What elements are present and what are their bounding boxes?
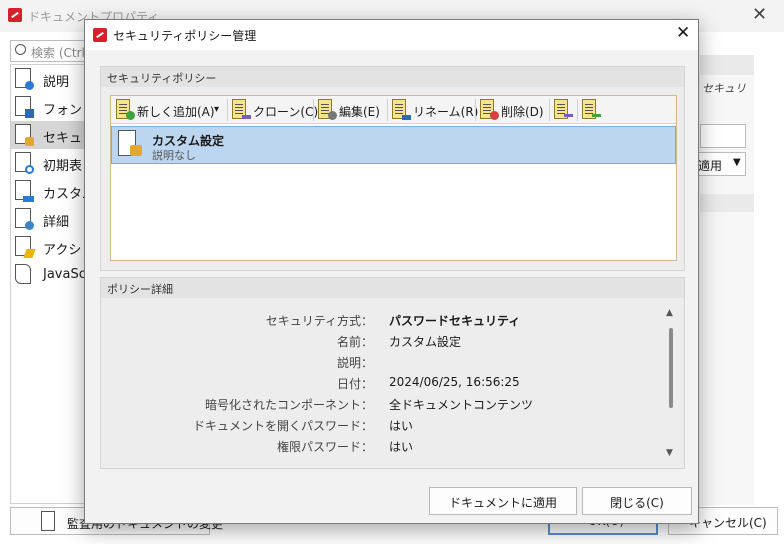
detail-row-encrypted-components: 暗号化されたコンポーネント： 全ドキュメントコンテンツ — [102, 394, 662, 414]
document-lightning-icon — [15, 236, 36, 258]
detail-label: セキュリティ方式： — [265, 314, 373, 328]
lock-icon — [130, 145, 142, 156]
edit-policy-label: 編集(E) — [339, 105, 380, 119]
import-policy-button[interactable] — [579, 98, 603, 122]
document-custom-icon — [15, 180, 34, 202]
detail-label: 名前： — [336, 335, 373, 349]
app-logo-icon — [8, 8, 22, 22]
new-policy-button[interactable]: 新しく追加(A) ▾ — [113, 98, 225, 122]
nav-item-label: 説明 — [43, 75, 70, 90]
document-lock-icon — [15, 124, 34, 146]
policy-details-group: ポリシー詳細 セキュリティ方式： パスワードセキュリティ 名前： カスタム設定 … — [100, 277, 685, 469]
detail-row-date: 日付： 2024/06/25, 16:56:25 — [102, 373, 662, 393]
detail-label: 権限パスワード： — [276, 440, 373, 454]
search-icon — [15, 44, 26, 55]
policy-add-icon — [116, 99, 135, 120]
detail-value: 全ドキュメントコンテンツ — [389, 398, 534, 412]
rename-policy-label: リネーム(R) — [413, 105, 479, 119]
group-header: ポリシー詳細 — [101, 278, 684, 298]
background-combo-value: 適用 — [698, 159, 723, 173]
detail-label: 日付： — [336, 377, 373, 391]
policy-import-icon — [582, 99, 601, 119]
detail-row-name: 名前： カスタム設定 — [102, 331, 662, 351]
policy-edit-icon — [318, 99, 337, 120]
detail-row-security-method: セキュリティ方式： パスワードセキュリティ — [102, 310, 662, 330]
toolbar-separator — [475, 99, 476, 121]
policy-toolbar: 新しく追加(A) ▾ クローン(C) 編集(E) リネーム(R) 削除(D) — [111, 96, 676, 124]
delete-policy-button[interactable]: 削除(D) — [477, 98, 547, 122]
detail-row-permissions-password: 権限パスワード： はい — [102, 436, 662, 456]
document-search-icon — [41, 511, 55, 531]
dialog-title: セキュリティポリシー管理 — [113, 29, 257, 43]
apply-button-label: ドキュメントに適用 — [448, 496, 557, 510]
security-policies-group: セキュリティポリシー 新しく追加(A) ▾ クローン(C) 編集(E) リネーム… — [100, 66, 685, 271]
document-gear-icon — [15, 208, 34, 230]
detail-label: 暗号化されたコンポーネント： — [204, 398, 373, 412]
toolbar-separator — [577, 99, 578, 121]
detail-value: カスタム設定 — [389, 335, 462, 349]
policy-rename-icon — [392, 99, 411, 120]
close-icon[interactable]: ✕ — [676, 23, 690, 43]
dialog-titlebar: セキュリティポリシー管理 ✕ — [85, 20, 698, 50]
detail-value: パスワードセキュリティ — [389, 314, 521, 328]
background-right-panel — [690, 55, 754, 505]
details-scrollbar[interactable]: ▲ ▼ — [666, 308, 678, 464]
clone-policy-label: クローン(C) — [253, 105, 319, 119]
scroll-up-arrow-icon[interactable]: ▲ — [666, 308, 673, 318]
policy-list: 新しく追加(A) ▾ クローン(C) 編集(E) リネーム(R) 削除(D) カ… — [110, 95, 677, 261]
detail-value: はい — [389, 419, 414, 433]
chevron-down-icon: ▼ — [733, 157, 741, 168]
delete-policy-label: 削除(D) — [501, 105, 544, 119]
close-button[interactable]: 閉じる(C) — [582, 487, 692, 515]
apply-to-document-button[interactable]: ドキュメントに適用 — [429, 487, 577, 515]
background-close-icon[interactable]: ✕ — [752, 4, 767, 25]
policy-delete-icon — [480, 99, 499, 120]
detail-row-description: 説明： — [102, 352, 662, 372]
edit-policy-button[interactable]: 編集(E) — [315, 98, 385, 122]
policy-details-list: セキュリティ方式： パスワードセキュリティ 名前： カスタム設定 説明： 日付：… — [102, 300, 683, 468]
nav-item-label: JavaSc — [43, 267, 86, 282]
policy-export-icon — [554, 99, 573, 119]
security-policy-dialog: セキュリティポリシー管理 ✕ セキュリティポリシー 新しく追加(A) ▾ クロー… — [84, 19, 699, 524]
toolbar-separator — [387, 99, 388, 121]
nav-item-label: 詳細 — [43, 215, 70, 230]
detail-label: 説明： — [336, 356, 373, 370]
document-info-icon — [15, 68, 34, 90]
policy-description: 説明なし — [152, 149, 196, 162]
detail-value: はい — [389, 440, 414, 454]
group-title: ポリシー詳細 — [107, 283, 173, 296]
rename-policy-button[interactable]: リネーム(R) — [389, 98, 478, 122]
document-font-icon — [15, 96, 34, 118]
detail-label: ドキュメントを開くパスワード： — [192, 419, 373, 433]
scroll-down-arrow-icon[interactable]: ▼ — [666, 448, 673, 458]
background-right-header-2 — [700, 194, 754, 212]
toolbar-separator — [227, 99, 228, 121]
nav-item-label: 初期表 — [43, 159, 83, 174]
background-right-header — [700, 55, 754, 75]
clone-policy-button[interactable]: クローン(C) — [229, 98, 318, 122]
app-logo-icon — [93, 28, 107, 42]
document-search-icon — [15, 152, 34, 174]
group-title: セキュリティポリシー — [107, 72, 217, 85]
script-icon — [15, 264, 31, 284]
group-header: セキュリティポリシー — [101, 67, 684, 87]
new-policy-label: 新しく追加(A) — [137, 105, 215, 119]
detail-value: 2024/06/25, 16:56:25 — [389, 375, 520, 389]
chevron-down-icon: ▾ — [214, 104, 220, 115]
scrollbar-thumb[interactable] — [669, 328, 673, 408]
background-security-label: セキュリ — [702, 82, 746, 95]
cancel-button-label: キャンセル(C) — [689, 516, 767, 530]
close-button-label: 閉じる(C) — [610, 496, 664, 510]
export-policy-button[interactable] — [551, 98, 575, 122]
detail-row-open-password: ドキュメントを開くパスワード： はい — [102, 415, 662, 435]
toolbar-separator — [549, 99, 550, 121]
policy-list-item[interactable]: カスタム設定 説明なし — [111, 126, 676, 164]
toolbar-separator — [313, 99, 314, 121]
background-text-field[interactable] — [700, 124, 746, 148]
policy-clone-icon — [232, 99, 251, 119]
